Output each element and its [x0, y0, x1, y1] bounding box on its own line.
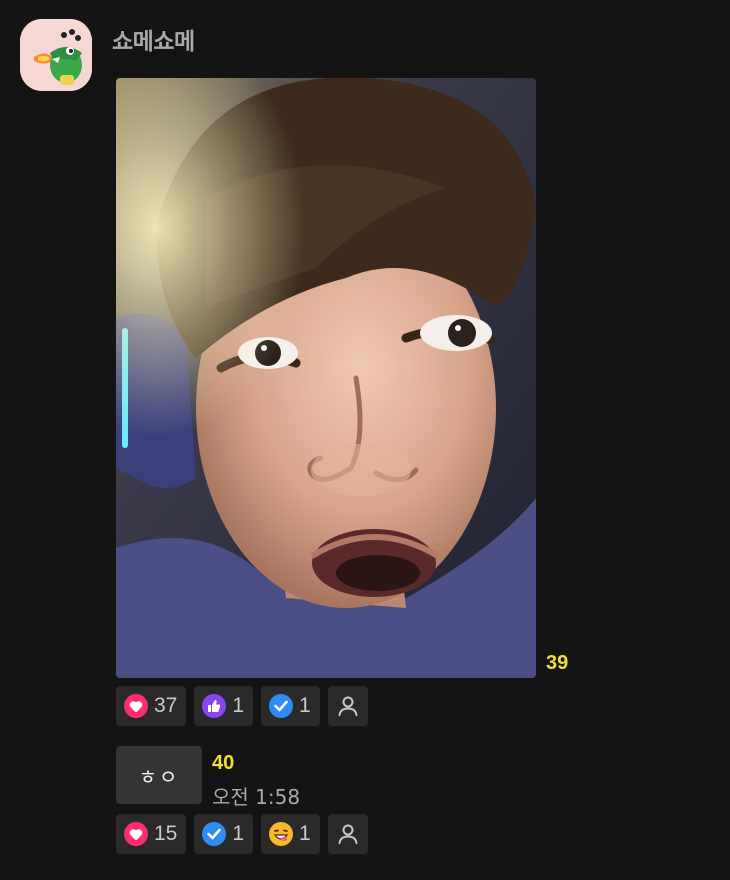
grinning-face-icon [269, 822, 294, 846]
reaction-bar: 37 1 1 [116, 686, 368, 726]
reaction-heart[interactable]: 15 [116, 814, 187, 854]
unread-count: 39 [546, 652, 569, 674]
heart-icon [124, 822, 148, 846]
heart-icon [124, 694, 148, 718]
reaction-heart[interactable]: 37 [116, 686, 187, 726]
reaction-count: 1 [299, 694, 311, 717]
reacted-users-button[interactable] [327, 686, 368, 726]
message-time: 오전 1:58 [212, 785, 301, 809]
reaction-check[interactable]: 1 [261, 686, 320, 726]
selfie-photo [116, 78, 536, 678]
message-bubble[interactable]: ㅎㅇ [116, 746, 202, 804]
reaction-check[interactable]: 1 [194, 814, 254, 854]
person-icon [338, 696, 358, 716]
sender-avatar[interactable] [20, 19, 92, 91]
reaction-bar: 15 1 1 [116, 814, 368, 854]
reaction-count: 1 [232, 822, 245, 845]
photo-message[interactable] [116, 78, 536, 678]
chat-room: 쇼메쇼메 39 37 1 1 ㅎㅇ 40 오전 1:58 15 1 1 [0, 0, 730, 880]
reaction-count: 1 [299, 822, 311, 845]
reaction-thumbs-up[interactable]: 1 [194, 686, 254, 726]
reaction-count: 1 [232, 694, 245, 717]
unread-count: 40 [212, 752, 235, 774]
check-icon [269, 694, 294, 718]
reaction-count: 15 [154, 822, 178, 845]
thumbs-up-icon [202, 694, 227, 718]
crocodile-sticker-icon [20, 19, 92, 91]
reacted-users-button[interactable] [327, 814, 368, 854]
reaction-grinning[interactable]: 1 [261, 814, 320, 854]
sender-name: 쇼메쇼메 [112, 29, 195, 55]
reaction-count: 37 [154, 694, 178, 717]
check-icon [202, 822, 227, 846]
person-icon [338, 824, 358, 844]
